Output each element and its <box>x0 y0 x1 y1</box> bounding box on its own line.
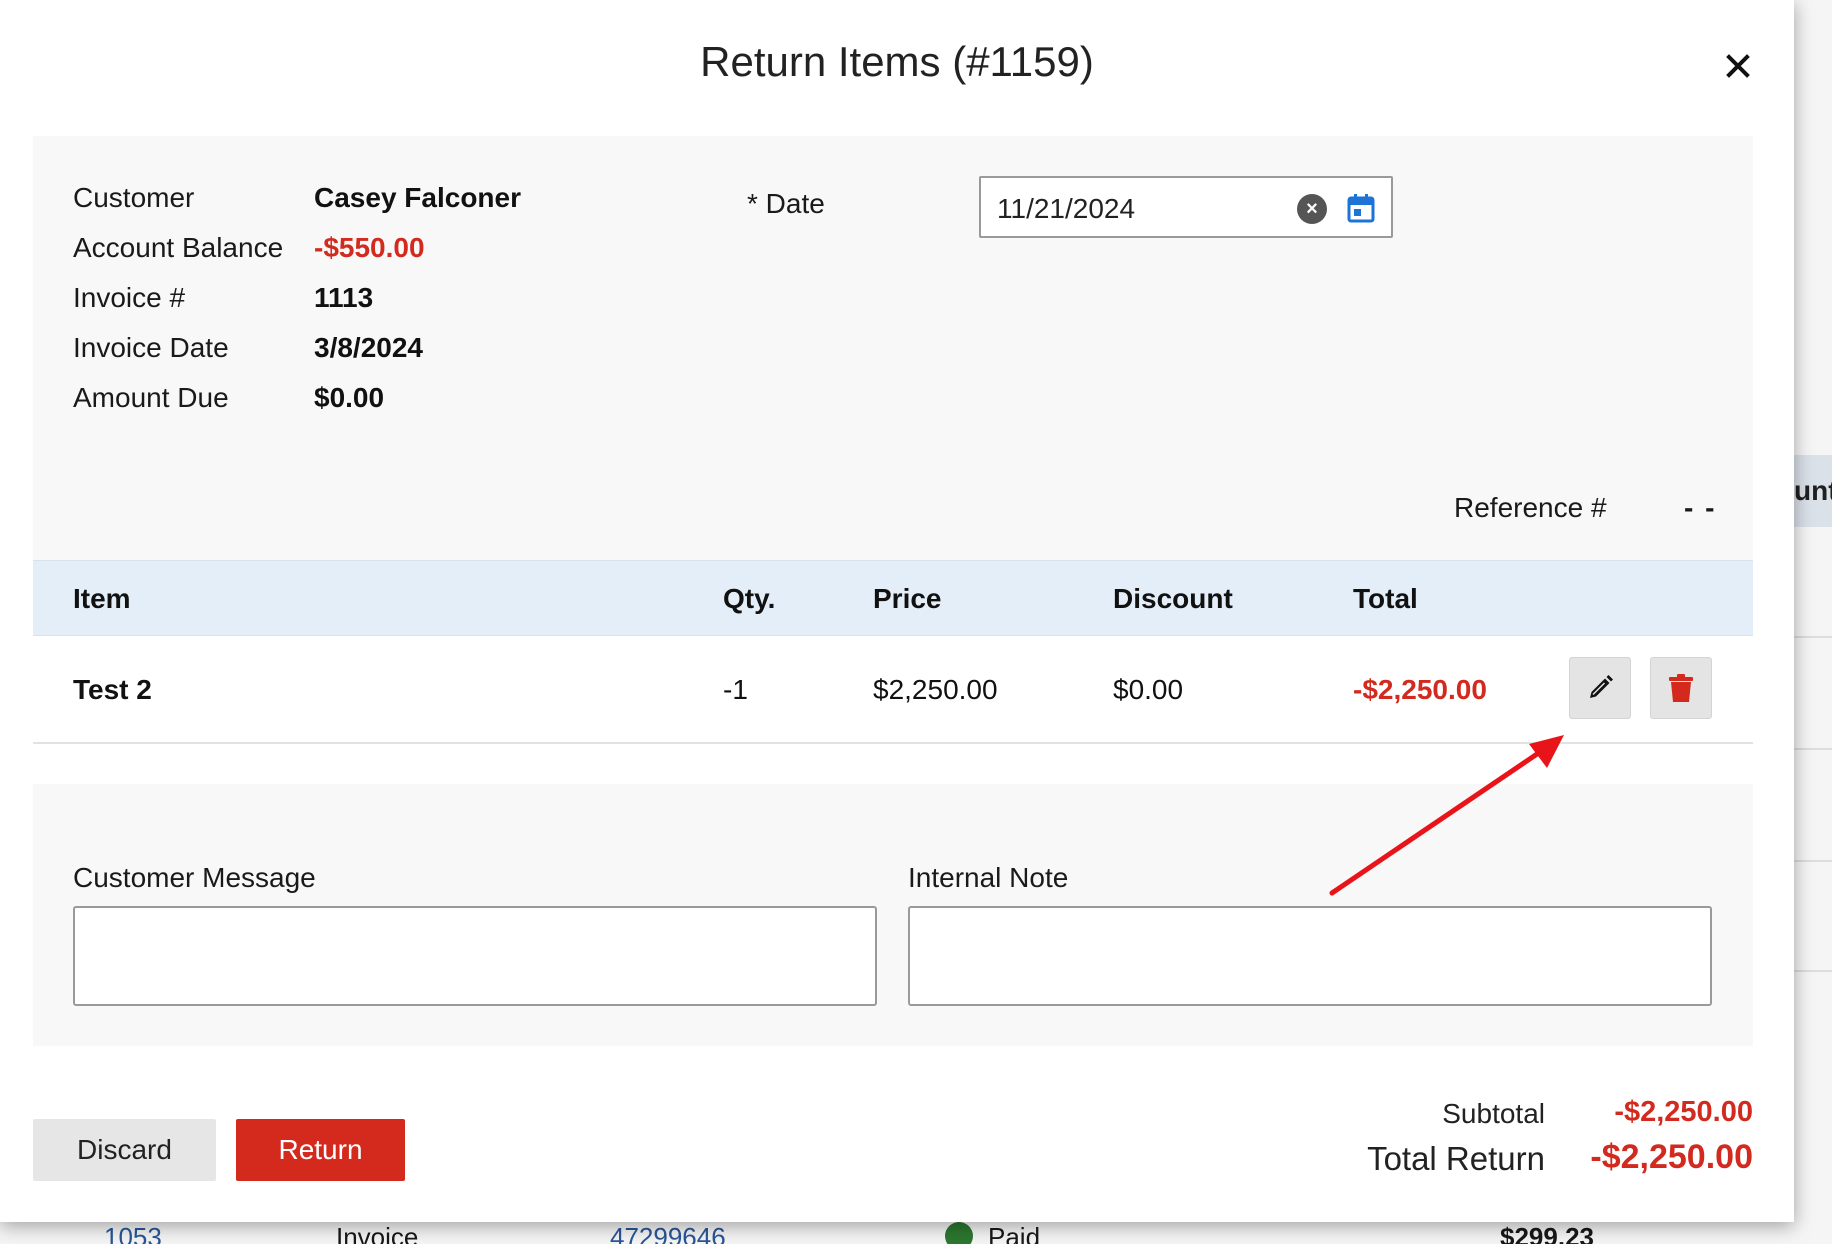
total-return-value: -$2,250.00 <box>1590 1138 1753 1176</box>
invoice-number-label: Invoice # <box>73 282 186 313</box>
row-qty: -1 <box>723 674 748 705</box>
reference-value: - - <box>1684 492 1717 523</box>
return-button[interactable]: Return <box>236 1119 405 1181</box>
date-input[interactable]: 11/21/2024 × <box>979 176 1393 238</box>
column-header-price: Price <box>873 583 942 614</box>
delete-item-button[interactable] <box>1650 657 1712 719</box>
close-icon[interactable] <box>1718 46 1758 86</box>
edit-item-button[interactable] <box>1569 657 1631 719</box>
row-total: -$2,250.00 <box>1353 674 1487 705</box>
row-discount: $0.00 <box>1113 674 1184 705</box>
customer-message-label: Customer Message <box>73 862 316 893</box>
amount-due-label: Amount Due <box>73 382 229 413</box>
pencil-icon <box>1590 675 1613 698</box>
date-label: * Date <box>747 188 825 219</box>
reference-label: Reference # <box>1454 492 1607 523</box>
notes-panel: Customer Message Internal Note <box>33 784 1753 1046</box>
customer-message-field[interactable] <box>73 906 877 1006</box>
internal-note-field[interactable] <box>908 906 1712 1006</box>
subtotal-label: Subtotal <box>1442 1098 1545 1129</box>
calendar-icon[interactable] <box>1346 192 1376 224</box>
account-balance-value: -$550.00 <box>314 232 425 263</box>
invoice-date-label: Invoice Date <box>73 332 229 363</box>
row-item: Test 2 <box>73 674 152 705</box>
column-header-discount: Discount <box>1113 583 1233 614</box>
return-info-panel: Customer Casey Falconer Account Balance … <box>33 136 1753 560</box>
customer-label: Customer <box>73 182 195 213</box>
total-return-label: Total Return <box>1367 1140 1545 1177</box>
modal-title: Return Items (#1159) <box>700 38 1094 85</box>
column-header-qty: Qty. <box>723 583 776 614</box>
date-input-value[interactable]: 11/21/2024 <box>997 193 1135 225</box>
amount-due-value: $0.00 <box>314 382 385 413</box>
internal-note-label: Internal Note <box>908 862 1069 893</box>
clear-date-icon[interactable]: × <box>1297 194 1327 224</box>
column-header-total: Total <box>1353 583 1418 614</box>
subtotal-value: -$2,250.00 <box>1614 1096 1753 1128</box>
items-table-header: Item Qty. Price Discount Total <box>33 560 1753 636</box>
discard-button[interactable]: Discard <box>33 1119 216 1181</box>
row-price: $2,250.00 <box>873 674 998 705</box>
invoice-date-value: 3/8/2024 <box>314 332 423 363</box>
customer-value: Casey Falconer <box>314 182 521 213</box>
table-row: Test 2 -1 $2,250.00 $0.00 -$2,250.00 <box>33 636 1753 744</box>
invoice-number-value: 1113 <box>314 282 374 313</box>
trash-icon <box>1669 674 1693 702</box>
return-items-modal: Return Items (#1159) Customer Casey Falc… <box>0 0 1794 1222</box>
account-balance-label: Account Balance <box>73 232 284 263</box>
column-header-item: Item <box>73 583 131 614</box>
